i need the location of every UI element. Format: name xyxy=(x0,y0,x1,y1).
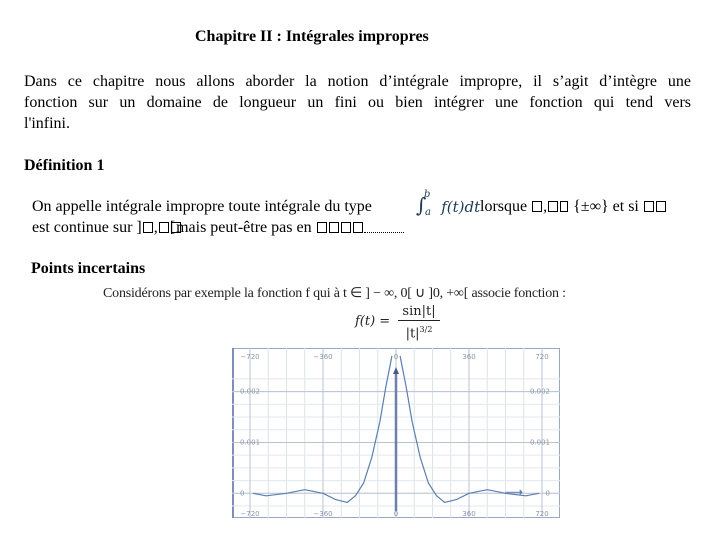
missing-glyph-icon xyxy=(158,222,169,233)
y-tick-label-left: 0.002 xyxy=(240,388,260,396)
x-tick-label-bottom: 0 xyxy=(394,510,398,518)
intro-line-2: fonction sur un domaine de longueur un f… xyxy=(24,94,691,111)
definition-line-2: est continue sur ], [mais peut-être pas e… xyxy=(32,219,404,237)
plot-svg: −720 −720 −360 −360 0 0 360 360 720 720 0 0 0.001 0.0… xyxy=(231,348,560,520)
infinity-set-text: {±∞} et si xyxy=(573,198,639,215)
missing-glyph-icon xyxy=(655,201,666,212)
y-tick-label-right: 0 xyxy=(546,489,550,497)
integral-upper-bound: b xyxy=(424,189,431,200)
formula-numerator: sin|t| xyxy=(398,304,440,321)
definition-line-1: On appelle intégrale impropre toute inté… xyxy=(32,198,372,216)
example-text: Considérons par exemple la fonction f qu… xyxy=(103,286,566,301)
formula-denominator: |t|3/2 xyxy=(398,321,440,341)
missing-glyph-icon xyxy=(532,201,543,212)
missing-glyph-icon xyxy=(643,201,654,212)
missing-glyph-icon xyxy=(142,222,153,233)
x-tick-label-top: 720 xyxy=(535,353,548,361)
y-tick-label-right: 0.002 xyxy=(530,388,550,396)
y-tick-label-left: 0 xyxy=(240,489,244,497)
formula-exponent: 3/2 xyxy=(419,325,433,334)
lorsque-text: lorsque xyxy=(480,198,528,215)
dotted-placeholder xyxy=(363,222,404,233)
definition-condition: lorsque , {±∞} et si xyxy=(480,198,667,216)
but-not-text: mais peut-être pas en xyxy=(176,219,312,236)
function-plot: −720 −720 −360 −360 0 0 360 360 720 720 0 0 0.001 0.0… xyxy=(231,348,560,520)
x-tick-label-top: −360 xyxy=(313,353,332,361)
formula-denominator-base: |t| xyxy=(405,326,420,342)
x-tick-label-top: 360 xyxy=(462,353,475,361)
missing-glyph-icon xyxy=(560,201,569,212)
missing-glyph-icon xyxy=(352,222,363,233)
missing-glyph-icon xyxy=(340,222,351,233)
missing-glyph-icon xyxy=(548,201,559,212)
continuity-text: est continue sur ] xyxy=(32,219,142,236)
x-tick-label-bottom: −360 xyxy=(313,510,332,518)
intro-line-1: Dans ce chapitre nous allons aborder la … xyxy=(24,73,691,90)
missing-glyph-icon xyxy=(316,222,327,233)
chapter-title: Chapitre II : Intégrales impropres xyxy=(195,28,429,45)
integral-formula: ∫ b a f(t)dt xyxy=(416,189,481,218)
intro-line-3: l'infini. xyxy=(24,115,70,132)
x-tick-label-top: 0 xyxy=(394,353,398,361)
x-tick-label-bottom: −720 xyxy=(240,510,259,518)
integral-lower-bound: a xyxy=(425,207,431,218)
formula-lhs: f(t) = xyxy=(355,314,391,329)
x-tick-label-bottom: 360 xyxy=(462,510,475,518)
intro-paragraph: Dans ce chapitre nous allons aborder la … xyxy=(24,71,691,134)
y-tick-label-right: 0.001 xyxy=(530,438,550,446)
definition-text: On appelle intégrale impropre toute inté… xyxy=(32,198,372,215)
points-incertains-heading: Points incertains xyxy=(31,260,146,277)
missing-glyph-icon xyxy=(328,222,339,233)
y-tick-label-left: 0.001 xyxy=(240,438,260,446)
formula-fraction: sin|t| |t|3/2 xyxy=(398,304,440,341)
x-tick-label-top: −720 xyxy=(240,353,259,361)
integrand: f(t)dt xyxy=(441,198,481,216)
definition-heading: Définition 1 xyxy=(24,157,105,174)
x-tick-label-bottom: 720 xyxy=(535,510,548,518)
